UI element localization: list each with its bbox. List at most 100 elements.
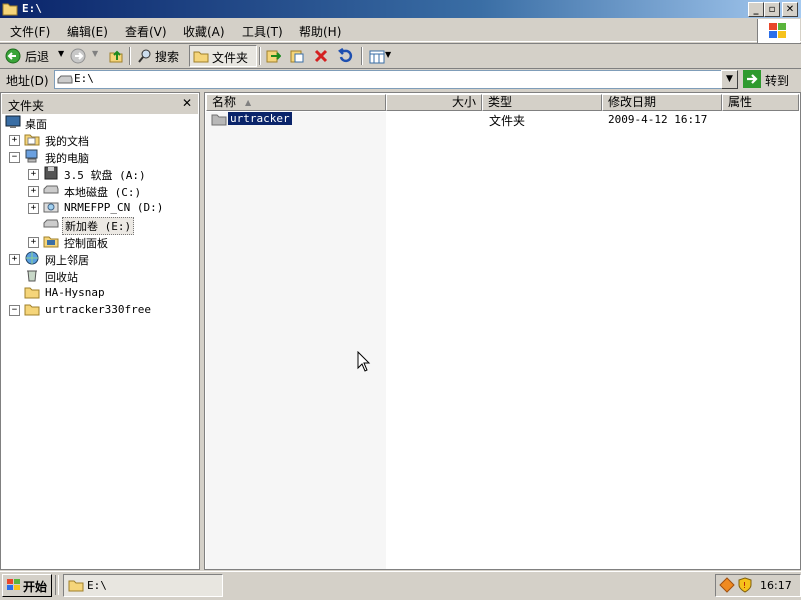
network-icon xyxy=(25,251,39,265)
address-label: 地址(D) xyxy=(6,74,49,88)
folder-icon xyxy=(24,287,40,299)
tray-app-icon[interactable] xyxy=(719,577,735,593)
recycle-bin-icon xyxy=(27,270,37,282)
floppy-drive-icon xyxy=(44,166,58,180)
tree-label: 桌面 xyxy=(25,118,47,131)
go-arrow-icon xyxy=(743,70,761,88)
menu-favorites[interactable]: 收藏(A) xyxy=(183,23,225,40)
mouse-cursor-icon xyxy=(357,351,371,372)
sorted-column-shade xyxy=(206,112,386,569)
drive-icon xyxy=(43,185,59,194)
menu-bar: 文件(F) 编辑(E) 查看(V) 收藏(A) 工具(T) 帮助(H) xyxy=(0,19,801,42)
start-label: 开始 xyxy=(23,580,48,594)
windows-logo xyxy=(757,19,800,43)
menu-tools[interactable]: 工具(T) xyxy=(242,23,283,40)
tree-label: urtracker330free xyxy=(45,303,151,316)
column-header-size[interactable]: 大小 xyxy=(386,94,482,111)
file-list-pane: 名称 ▲ 大小 类型 修改日期 属性 urtracker 文件夹 2009-4-… xyxy=(204,92,801,570)
column-label: 类型 xyxy=(488,95,513,109)
back-dropdown-icon[interactable]: ▼ xyxy=(58,49,64,58)
folders-pane-title: 文件夹 xyxy=(8,99,45,113)
delete-icon[interactable] xyxy=(313,48,329,64)
undo-icon[interactable] xyxy=(337,48,353,64)
menu-view[interactable]: 查看(V) xyxy=(125,23,167,40)
up-folder-icon[interactable] xyxy=(108,48,124,64)
forward-dropdown-icon[interactable]: ▼ xyxy=(92,49,98,58)
folder-icon xyxy=(2,3,18,16)
views-button[interactable]: ▼ xyxy=(367,46,395,66)
menu-help[interactable]: 帮助(H) xyxy=(299,23,341,40)
go-button[interactable]: 转到 xyxy=(741,69,797,89)
tree-label: 我的电脑 xyxy=(45,152,89,165)
standard-toolbar: 后退 ▼ ▼ 搜索 文件夹 ▼ xyxy=(0,43,801,69)
views-icon xyxy=(369,50,385,64)
folder-icon xyxy=(24,304,40,316)
move-to-icon[interactable] xyxy=(265,48,281,64)
tree-label: 本地磁盘 (C:) xyxy=(64,186,142,199)
folder-icon xyxy=(68,580,84,592)
expand-icon[interactable]: + xyxy=(9,135,20,146)
back-label: 后退 xyxy=(25,50,50,64)
tree-label: 回收站 xyxy=(45,271,78,284)
forward-button[interactable]: ▼ xyxy=(68,46,102,66)
tree-label: 控制面板 xyxy=(64,237,108,250)
tree-label: 3.5 软盘 (A:) xyxy=(64,169,146,182)
address-input[interactable]: E:\ xyxy=(54,70,722,89)
back-button[interactable]: 后退 ▼ xyxy=(3,46,65,66)
file-modified: 2009-4-12 16:17 xyxy=(608,113,708,126)
expand-icon[interactable]: + xyxy=(9,254,20,265)
collapse-icon[interactable]: − xyxy=(9,305,20,316)
windows-flag-icon xyxy=(7,579,20,590)
folders-button[interactable]: 文件夹 xyxy=(189,45,257,67)
expand-icon[interactable]: + xyxy=(28,186,39,197)
taskbar-button-explorer[interactable]: E:\ xyxy=(63,574,223,597)
forward-arrow-icon xyxy=(70,48,86,64)
cd-drive-icon xyxy=(43,202,59,213)
taskbar-button-label: E:\ xyxy=(87,579,107,592)
window-title: E:\ xyxy=(22,2,42,15)
windows-flag-icon xyxy=(769,23,786,38)
views-dropdown-icon[interactable]: ▼ xyxy=(385,50,391,59)
expand-icon[interactable]: + xyxy=(28,169,39,180)
table-row[interactable]: urtracker 文件夹 2009-4-12 16:17 xyxy=(210,111,800,128)
close-pane-icon[interactable]: ✕ xyxy=(182,96,192,110)
control-panel-icon xyxy=(43,236,59,248)
column-label: 属性 xyxy=(728,95,753,109)
search-button[interactable]: 搜索 xyxy=(135,46,185,66)
title-bar[interactable]: E:\ _ ▫ ✕ xyxy=(0,0,801,18)
collapse-icon[interactable]: − xyxy=(9,152,20,163)
folder-icon xyxy=(211,114,227,126)
drive-icon xyxy=(43,219,59,228)
start-button[interactable]: 开始 xyxy=(2,574,52,597)
close-button[interactable]: ✕ xyxy=(782,2,798,17)
minimize-button[interactable]: _ xyxy=(748,2,764,17)
column-label: 名称 xyxy=(212,95,237,109)
drive-icon xyxy=(57,75,73,84)
column-header-type[interactable]: 类型 xyxy=(482,94,602,111)
expand-icon[interactable]: + xyxy=(28,237,39,248)
security-shield-icon[interactable]: ! xyxy=(737,577,753,593)
tree-label: 网上邻居 xyxy=(45,254,89,267)
restore-button[interactable]: ▫ xyxy=(764,2,780,17)
copy-to-icon[interactable] xyxy=(289,48,305,64)
address-value: E:\ xyxy=(74,72,94,85)
expand-icon[interactable]: + xyxy=(28,203,39,214)
menu-edit[interactable]: 编辑(E) xyxy=(67,23,108,40)
system-tray: ! 16:17 xyxy=(715,574,801,597)
back-arrow-icon xyxy=(5,48,21,64)
folder-icon xyxy=(24,134,40,146)
search-label: 搜索 xyxy=(155,50,180,64)
file-name: urtracker xyxy=(228,112,292,125)
address-dropdown-icon[interactable]: ▼ xyxy=(721,70,738,89)
svg-text:!: ! xyxy=(743,581,746,590)
menu-file[interactable]: 文件(F) xyxy=(10,23,50,40)
column-header-modified[interactable]: 修改日期 xyxy=(602,94,722,111)
column-header-name[interactable]: 名称 ▲ xyxy=(206,94,386,111)
tree-label-selected: 新加卷 (E:) xyxy=(62,217,135,235)
folders-pane-header: 文件夹 ✕ xyxy=(2,94,198,114)
desktop-icon xyxy=(5,115,21,128)
column-header-attributes[interactable]: 属性 xyxy=(722,94,799,111)
tree-label: HA-Hysnap xyxy=(45,286,105,299)
folders-label: 文件夹 xyxy=(212,51,249,65)
column-label: 修改日期 xyxy=(608,95,657,109)
